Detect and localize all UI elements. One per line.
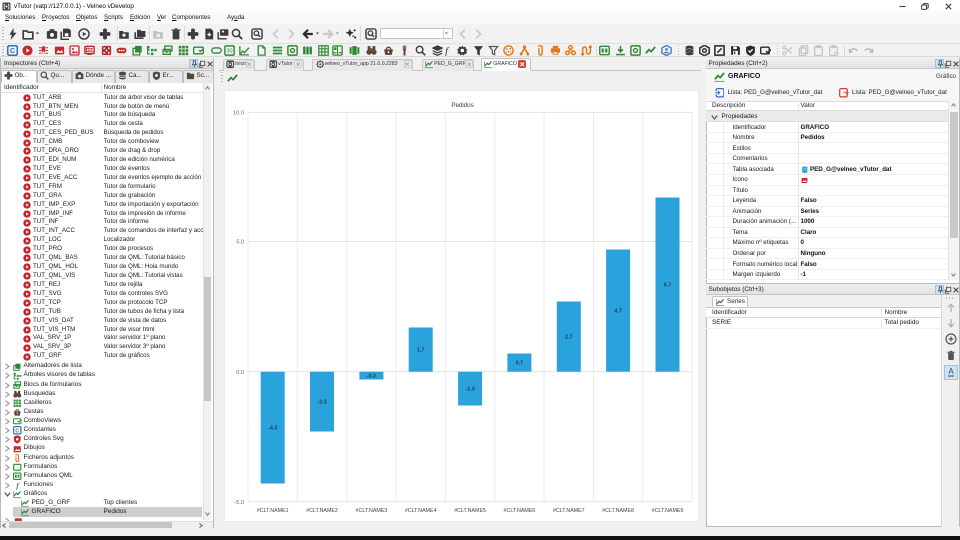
svg-text:#CLT.NAME1: #CLT.NAME1: [256, 508, 288, 514]
svg-text:30: 30: [226, 48, 232, 54]
svg-text:-5.0: -5.0: [234, 500, 244, 506]
svg-text:#CLT.NAME9: #CLT.NAME9: [651, 508, 683, 514]
svg-text:C: C: [15, 429, 19, 435]
svg-text:C: C: [10, 47, 15, 55]
svg-text:-0.3: -0.3: [366, 374, 375, 380]
svg-text:#CLT.NAME4: #CLT.NAME4: [404, 508, 436, 514]
svg-text:6.7: 6.7: [663, 283, 670, 289]
svg-text:-4.3: -4.3: [268, 426, 277, 432]
svg-text:5.0: 5.0: [236, 240, 244, 246]
svg-text:f: f: [16, 481, 20, 490]
svg-text:10.0: 10.0: [233, 111, 244, 117]
svg-text:-1.3: -1.3: [465, 387, 474, 393]
svg-text:Pedidos: Pedidos: [451, 102, 473, 109]
svg-text:2.7: 2.7: [565, 335, 572, 341]
svg-text:#CLT.NAME7: #CLT.NAME7: [552, 508, 584, 514]
svg-text:4.7: 4.7: [614, 309, 621, 315]
svg-text:1.7: 1.7: [417, 348, 424, 354]
svg-text:0.0: 0.0: [236, 370, 244, 376]
svg-text:A: A: [948, 367, 954, 376]
svg-text:f: f: [444, 45, 449, 56]
svg-text:#CLT.NAME6: #CLT.NAME6: [503, 508, 535, 514]
svg-text:-2.3: -2.3: [317, 400, 326, 406]
svg-text:#CLT.NAME8: #CLT.NAME8: [602, 508, 634, 514]
svg-text:#CLT.NAME3: #CLT.NAME3: [355, 508, 387, 514]
svg-text:0.7: 0.7: [515, 361, 522, 367]
svg-text:#CLT.NAME2: #CLT.NAME2: [306, 508, 338, 514]
svg-text:#CLT.NAME5: #CLT.NAME5: [454, 508, 486, 514]
